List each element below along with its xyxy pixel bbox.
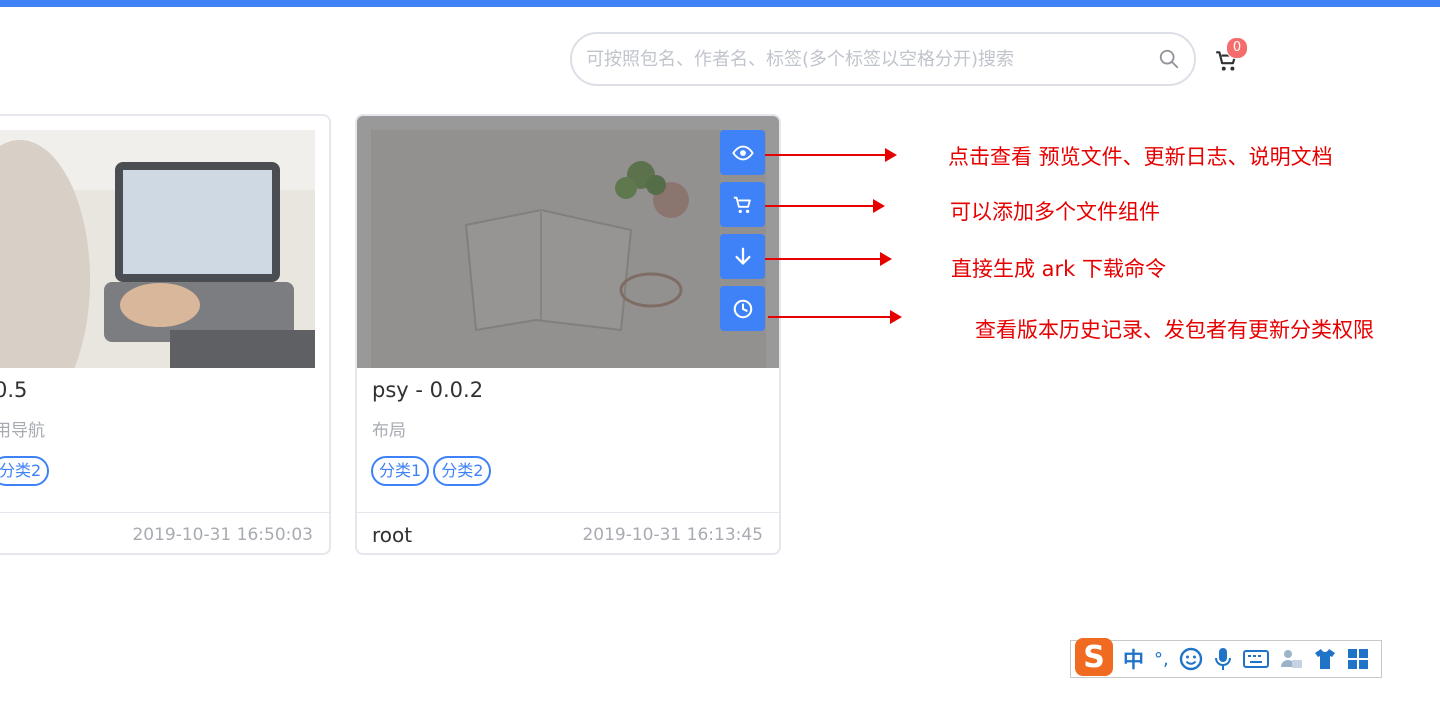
tag[interactable]: 分类2 (433, 456, 492, 486)
cart-count-badge: 0 (1226, 37, 1248, 59)
package-title: 0.5 (0, 378, 28, 402)
grid-icon[interactable] (1347, 648, 1369, 670)
preview-button[interactable] (720, 130, 765, 175)
ime-logo[interactable]: S (1075, 638, 1113, 676)
eye-icon (731, 145, 754, 160)
search-icon[interactable] (1158, 48, 1180, 70)
divider (0, 512, 329, 513)
cart-icon (733, 196, 751, 213)
card-action-buttons (720, 130, 766, 331)
publish-date: 2019-10-31 16:50:03 (132, 525, 313, 545)
annotation-arrow (765, 252, 892, 266)
ime-toolbar: S 中 °, (1070, 638, 1382, 678)
annotation-arrow (768, 310, 902, 324)
package-thumbnail (0, 130, 315, 368)
annotation-add: 可以添加多个文件组件 (950, 200, 1160, 224)
shirt-icon[interactable] (1313, 647, 1337, 671)
tag-list: 分类1 分类2 (371, 456, 492, 486)
package-description: 布局 (372, 421, 406, 441)
package-title: psy - 0.0.2 (372, 378, 484, 402)
add-to-cart-button[interactable] (720, 182, 765, 227)
top-accent-bar (0, 0, 1440, 7)
keyboard-icon[interactable] (1242, 649, 1269, 669)
ime-mode-toggle[interactable]: 中 (1123, 644, 1144, 674)
annotation-preview: 点击查看 预览文件、更新日志、说明文档 (948, 145, 1333, 169)
download-icon (734, 247, 751, 265)
divider (357, 512, 779, 513)
ime-punctuation-toggle[interactable]: °, (1154, 649, 1169, 670)
tag[interactable]: 分类2 (0, 456, 50, 486)
history-button[interactable] (720, 286, 765, 331)
annotation-history: 查看版本历史记录、发包者有更新分类权限 (975, 318, 1374, 342)
package-author: root (372, 523, 413, 547)
package-description: 用导航 (0, 421, 45, 441)
user-card-icon[interactable] (1279, 647, 1303, 671)
history-clock-icon (733, 299, 752, 318)
hover-overlay (357, 116, 779, 368)
tag-list: 分类2 (0, 456, 50, 486)
search-box[interactable] (570, 32, 1196, 86)
tag[interactable]: 分类1 (371, 456, 430, 486)
publish-date: 2019-10-31 16:13:45 (582, 525, 763, 545)
annotation-arrow (765, 199, 885, 213)
annotation-arrow (765, 148, 897, 162)
package-card[interactable]: 0.5 用导航 分类2 2019-10-31 16:50:03 (0, 114, 331, 555)
annotation-download: 直接生成 ark 下载命令 (951, 257, 1167, 281)
smile-icon[interactable] (1179, 647, 1203, 671)
download-button[interactable] (720, 234, 765, 279)
search-input[interactable] (584, 47, 1158, 71)
microphone-icon[interactable] (1213, 647, 1233, 671)
package-card[interactable]: psy - 0.0.2 布局 分类1 分类2 root 2019-10-31 1… (355, 114, 781, 555)
